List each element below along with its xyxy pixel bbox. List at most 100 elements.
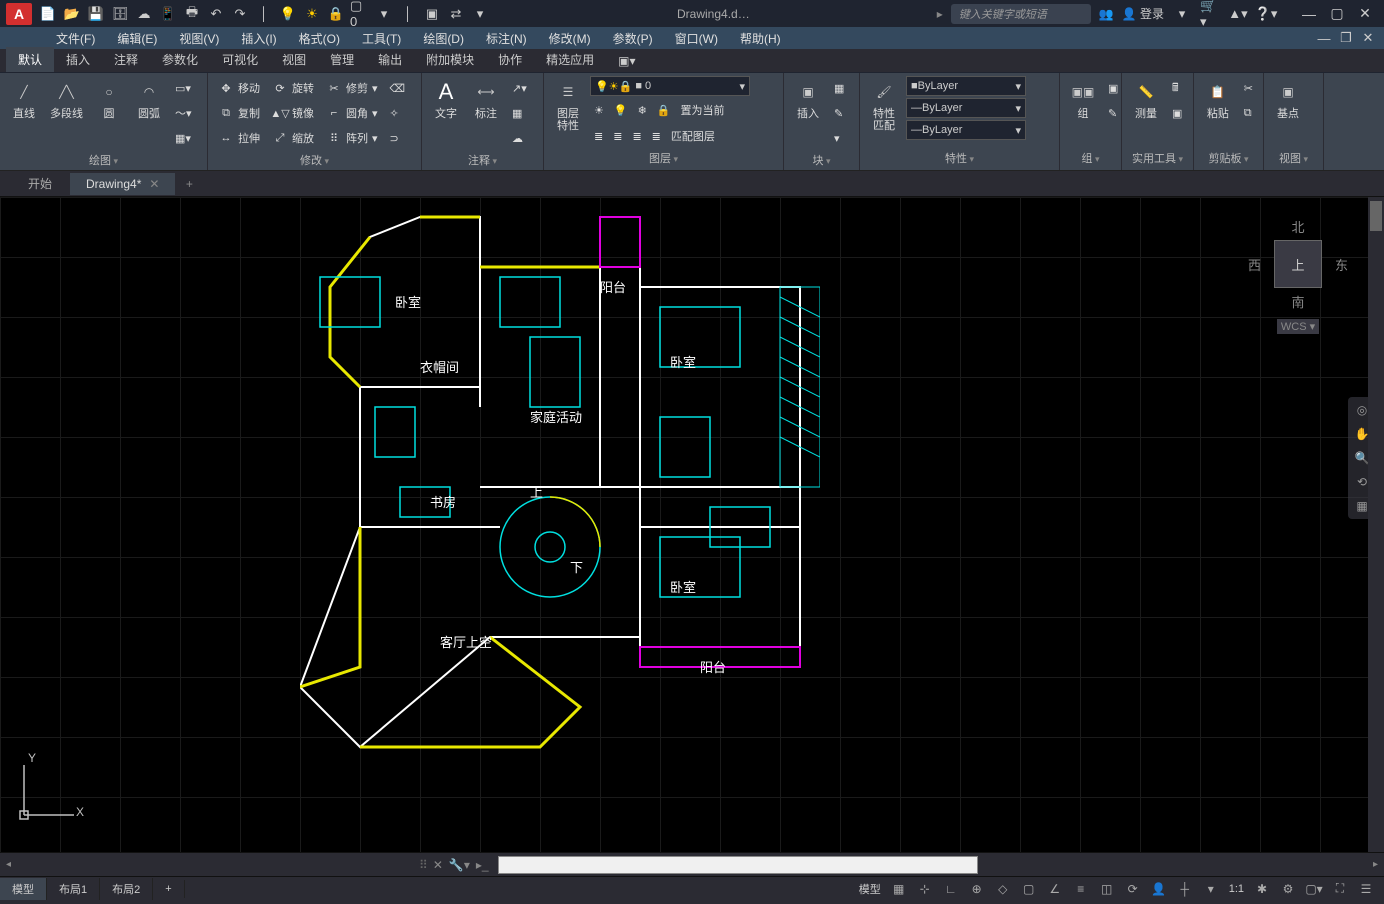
- match-props-button[interactable]: 🖌特性 匹配: [866, 76, 902, 134]
- cart-icon[interactable]: 🛒▾: [1200, 4, 1220, 24]
- bulb-on-icon[interactable]: 💡: [278, 4, 298, 24]
- fillet-button[interactable]: ⌐圆角 ▾: [322, 101, 382, 125]
- menu-file[interactable]: 文件(F): [46, 28, 105, 49]
- menu-edit[interactable]: 编辑(E): [107, 28, 167, 49]
- dim-button[interactable]: ⟷标注: [468, 76, 504, 122]
- move-button[interactable]: ✥移动: [214, 76, 264, 100]
- viewcube-top[interactable]: 上: [1274, 240, 1322, 288]
- save-icon[interactable]: 💾: [86, 4, 106, 24]
- viewcube[interactable]: 北 西 上 东 南 WCS ▾: [1248, 217, 1348, 334]
- insert-block-button[interactable]: ▣插入: [790, 76, 826, 122]
- transparency-icon[interactable]: ◫: [1095, 879, 1119, 899]
- minimize-button[interactable]: —: [1296, 4, 1322, 24]
- lwt-icon[interactable]: ≡: [1069, 879, 1093, 899]
- layer-props-button[interactable]: ☰图层 特性: [550, 76, 586, 134]
- infocenter-icon[interactable]: 👥: [1099, 7, 1114, 21]
- tab-addon[interactable]: 附加模块: [414, 47, 486, 72]
- array-button[interactable]: ⠿阵列 ▾: [322, 126, 382, 150]
- anno-icon[interactable]: ✱: [1250, 879, 1274, 899]
- doc-close-icon[interactable]: ✕: [1358, 28, 1378, 48]
- copy-button[interactable]: ⧉复制: [214, 101, 264, 125]
- close-tab-icon[interactable]: ✕: [149, 177, 159, 191]
- stretch-button[interactable]: ↔拉伸: [214, 126, 264, 150]
- tab-drawing4[interactable]: Drawing4*✕: [70, 173, 175, 195]
- workspace-icon[interactable]: ▢▾: [1302, 879, 1326, 899]
- text-button[interactable]: A文字: [428, 76, 464, 122]
- 3dosnap-icon[interactable]: 👤: [1147, 879, 1171, 899]
- dropdown-icon[interactable]: ▾: [374, 4, 394, 24]
- select-icon[interactable]: ▣: [1168, 101, 1186, 125]
- group-button[interactable]: ▣▣组: [1066, 76, 1100, 122]
- orbit-icon[interactable]: ⟲: [1357, 475, 1367, 489]
- print-icon[interactable]: 🖶: [182, 4, 202, 24]
- iso-icon[interactable]: ◇: [991, 879, 1015, 899]
- tab-layout1[interactable]: 布局1: [47, 878, 100, 900]
- close-button[interactable]: ✕: [1352, 4, 1378, 24]
- tab-expand-icon[interactable]: ▣▾: [606, 50, 647, 72]
- layer-combo[interactable]: 💡☀🔒 ■ 0▾: [590, 76, 750, 96]
- trim-button[interactable]: ✂修剪 ▾: [322, 76, 382, 100]
- layer-freeze-icon[interactable]: ❄: [634, 98, 651, 122]
- lineweight-combo[interactable]: — ByLayer▾: [906, 98, 1026, 118]
- cloud-icon[interactable]: ☁: [134, 4, 154, 24]
- mirror-button[interactable]: ▲▽镜像: [268, 101, 318, 125]
- user-icon[interactable]: 👤 登录: [1122, 5, 1164, 22]
- table-icon[interactable]: ▦: [508, 101, 531, 125]
- cmd-wrench-icon[interactable]: 🔧▾: [449, 858, 470, 872]
- ungroup-icon[interactable]: ▣: [1104, 76, 1122, 100]
- leader-icon[interactable]: ↗▾: [508, 76, 531, 100]
- status-model[interactable]: 模型: [855, 881, 885, 897]
- new-tab-button[interactable]: +: [177, 177, 201, 191]
- dyn-icon[interactable]: ┼: [1173, 879, 1197, 899]
- viewcube-south[interactable]: 南: [1248, 292, 1348, 311]
- lock-icon[interactable]: 🔒: [326, 4, 346, 24]
- menu-view[interactable]: 视图(V): [169, 28, 229, 49]
- tab-output[interactable]: 输出: [366, 47, 414, 72]
- osnap-icon[interactable]: ▢: [1017, 879, 1041, 899]
- scale-label[interactable]: 1:1: [1225, 883, 1248, 895]
- vertical-scrollbar[interactable]: [1368, 197, 1384, 852]
- showmotion-icon[interactable]: ▦: [1356, 499, 1367, 513]
- set-current-button[interactable]: 置为当前: [677, 98, 729, 122]
- panel-layers-title[interactable]: 图层: [550, 148, 777, 168]
- help-icon[interactable]: ❔▾: [1256, 4, 1276, 24]
- polar-icon[interactable]: ⊕: [965, 879, 989, 899]
- erase-icon[interactable]: ⌫: [386, 76, 410, 100]
- layer-iso-icon[interactable]: ☀: [590, 98, 608, 122]
- circle-button[interactable]: ○圆: [91, 76, 127, 122]
- cloud-icon2[interactable]: ☁: [508, 126, 531, 150]
- otrack-icon[interactable]: ∠: [1043, 879, 1067, 899]
- cmd-close-icon[interactable]: ✕: [433, 858, 443, 872]
- spline-icon[interactable]: ～▾: [171, 101, 196, 125]
- rotate-button[interactable]: ⟳旋转: [268, 76, 318, 100]
- cut-icon[interactable]: ✂: [1240, 76, 1257, 100]
- menu-tools[interactable]: 工具(T): [352, 28, 411, 49]
- saveall-icon[interactable]: 🗄: [110, 4, 130, 24]
- customize-icon[interactable]: ☰: [1354, 879, 1378, 899]
- line-button[interactable]: ╱直线: [6, 76, 42, 122]
- menu-insert[interactable]: 插入(I): [231, 28, 286, 49]
- gear-icon[interactable]: ⚙: [1276, 879, 1300, 899]
- mobile-icon[interactable]: 📱: [158, 4, 178, 24]
- tab-vis[interactable]: 可视化: [210, 47, 270, 72]
- scale-button[interactable]: ⤢缩放: [268, 126, 318, 150]
- tab-param[interactable]: 参数化: [150, 47, 210, 72]
- search-arrow-icon[interactable]: ▸: [937, 7, 943, 21]
- menu-format[interactable]: 格式(O): [289, 28, 350, 49]
- doc-minimize-icon[interactable]: —: [1314, 28, 1334, 48]
- tab-view[interactable]: 视图: [270, 47, 318, 72]
- layer-tool4-icon[interactable]: ≣: [648, 124, 665, 148]
- menu-modify[interactable]: 修改(M): [539, 28, 601, 49]
- panel-modify-title[interactable]: 修改: [214, 150, 415, 170]
- viewcube-west[interactable]: 西: [1248, 255, 1261, 274]
- dropdown2-icon[interactable]: ▾: [1172, 4, 1192, 24]
- maximize-button[interactable]: ▢: [1324, 4, 1350, 24]
- command-input[interactable]: [498, 856, 978, 874]
- cmd-grip-icon[interactable]: ⠿: [419, 858, 426, 872]
- ortho-icon[interactable]: ∟: [939, 879, 963, 899]
- polyline-button[interactable]: ╱╲多段线: [46, 76, 87, 122]
- drawing-area[interactable]: 卧室 阳台 衣帽间 卧室 家庭活动 书房 上 下 卧室 客厅上空 阳台 北 西 …: [0, 197, 1384, 852]
- app-logo[interactable]: A: [6, 3, 32, 25]
- wcs-label[interactable]: WCS ▾: [1277, 319, 1319, 334]
- viewcube-north[interactable]: 北: [1248, 217, 1348, 236]
